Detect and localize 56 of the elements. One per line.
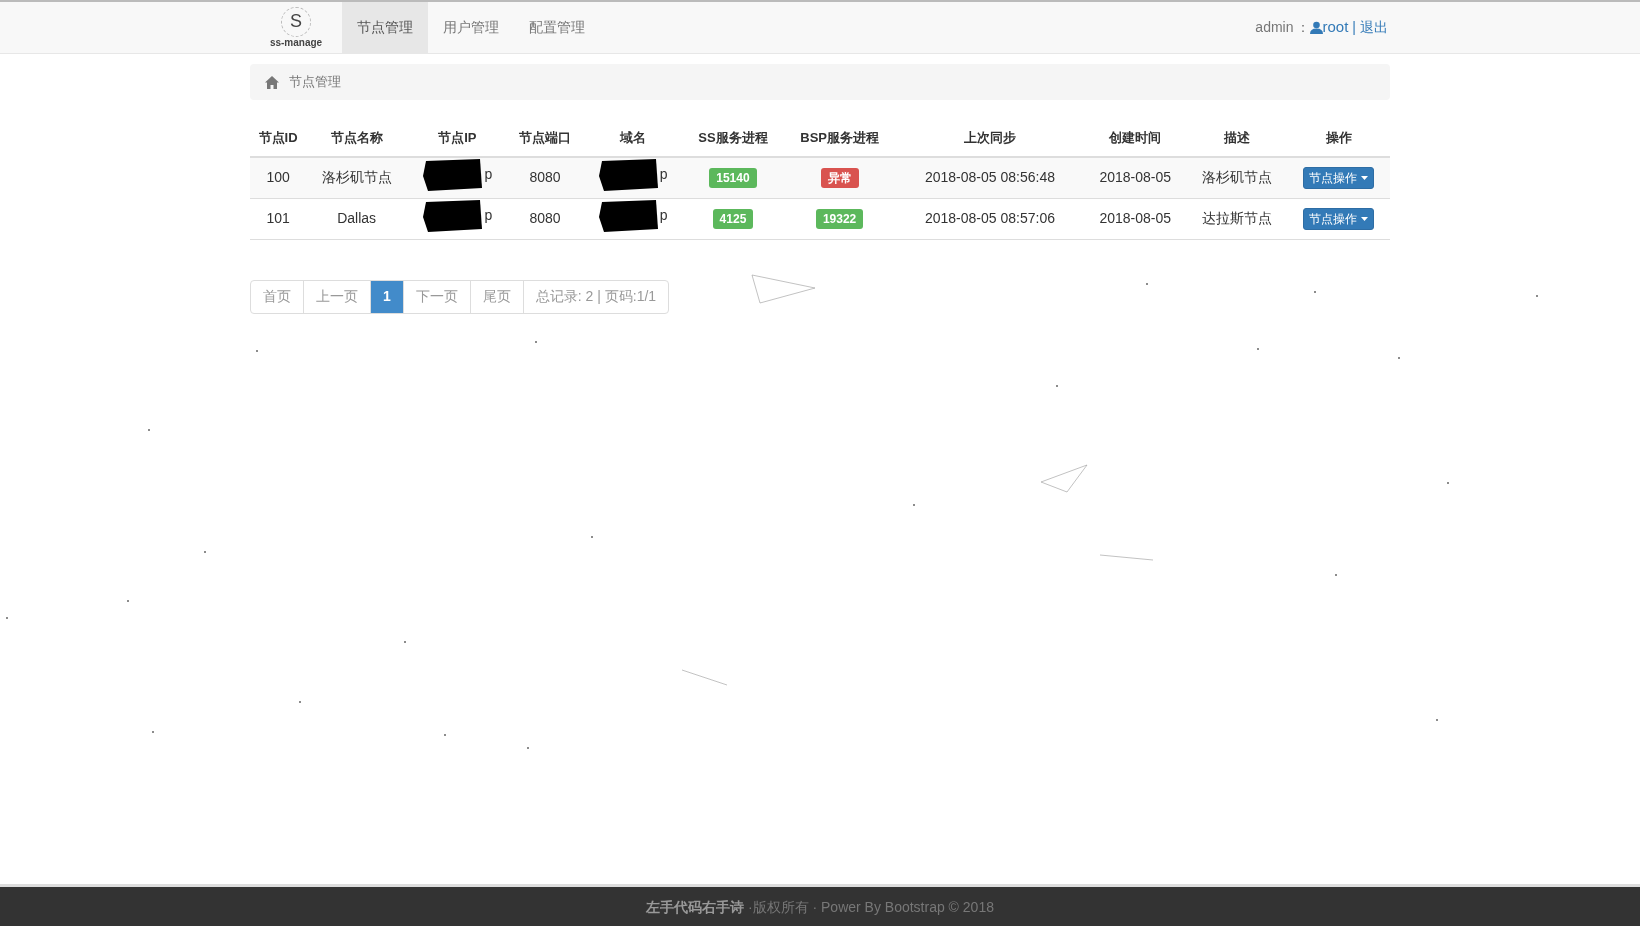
table-cell-text: p [659, 206, 668, 225]
nav-tab[interactable]: 配置管理 [514, 2, 600, 53]
nav-tab[interactable]: 节点管理 [342, 2, 428, 53]
column-header: 节点ID [258, 130, 298, 145]
logo[interactable]: S ss-manage [250, 2, 342, 53]
table-cell-text: p [484, 206, 493, 225]
table-cell: 101 [266, 210, 290, 226]
caret-icon [1361, 175, 1369, 180]
table-cell-text: p [659, 165, 668, 184]
status-badge: 15140 [709, 168, 757, 188]
table-cell: 100 [266, 169, 290, 185]
pagination-item[interactable]: 总记录: 2 | 页码:1/1 [522, 280, 669, 313]
table-cell: 2018-08-05 08:57:06 [924, 210, 1055, 226]
action-dropdown-button[interactable]: 节点操作 [1303, 166, 1375, 189]
redaction-mark [597, 157, 660, 192]
caret-icon [1361, 216, 1369, 221]
redaction-mark [422, 157, 485, 192]
action-dropdown-button[interactable]: 节点操作 [1303, 207, 1375, 230]
table-cell: 洛杉矶节点 [321, 169, 392, 185]
breadcrumb-item[interactable]: 节点管理 [289, 72, 341, 92]
user-icon [1309, 21, 1323, 34]
pagination-item[interactable]: 尾页 [469, 280, 523, 313]
column-header: SS服务进程 [698, 130, 768, 145]
pagination-item[interactable]: 下一页 [402, 280, 470, 313]
pagination-item[interactable]: 首页 [251, 280, 303, 313]
table-cell: 2018-08-05 08:56:48 [924, 169, 1055, 185]
column-header: 域名 [619, 130, 646, 145]
column-header: 描述 [1224, 130, 1251, 145]
divider-text: | [1352, 18, 1356, 37]
column-header: 上次同步 [963, 130, 1016, 145]
column-header: 节点IP [438, 130, 477, 145]
user-label: admin [1255, 18, 1294, 37]
column-header: 节点名称 [330, 130, 383, 145]
logout-link[interactable]: 退出 [1360, 17, 1388, 38]
colon: ： [1295, 18, 1310, 37]
table-cell: Dallas [337, 210, 377, 226]
table-cell: 2018-08-05 [1099, 169, 1171, 185]
column-header: 节点端口 [519, 130, 571, 145]
logo-text: ss-manage [269, 36, 323, 49]
table-cell: 2018-08-05 [1099, 210, 1171, 226]
pagination-item[interactable]: 1 [370, 280, 403, 313]
table-cell: 达拉斯节点 [1202, 210, 1273, 226]
user-link[interactable]: root [1322, 16, 1349, 39]
footer-text: 左手代码右手诗 ·版权所有 · Power By Bootstrap © 2018 [646, 898, 994, 917]
column-header: 创建时间 [1109, 130, 1162, 145]
table-cell: 8080 [529, 210, 561, 226]
nav-tab[interactable]: 用户管理 [428, 2, 514, 53]
home-icon [265, 75, 279, 89]
column-header: BSP服务进程 [800, 130, 879, 145]
table-cell: 8080 [529, 169, 561, 185]
column-header: 操作 [1325, 130, 1352, 145]
table-cell: 洛杉矶节点 [1202, 169, 1273, 185]
table-cell-text: p [484, 165, 493, 184]
status-badge: 19322 [815, 209, 864, 229]
status-badge: 4125 [712, 209, 754, 229]
status-badge: 异常 [820, 168, 859, 188]
